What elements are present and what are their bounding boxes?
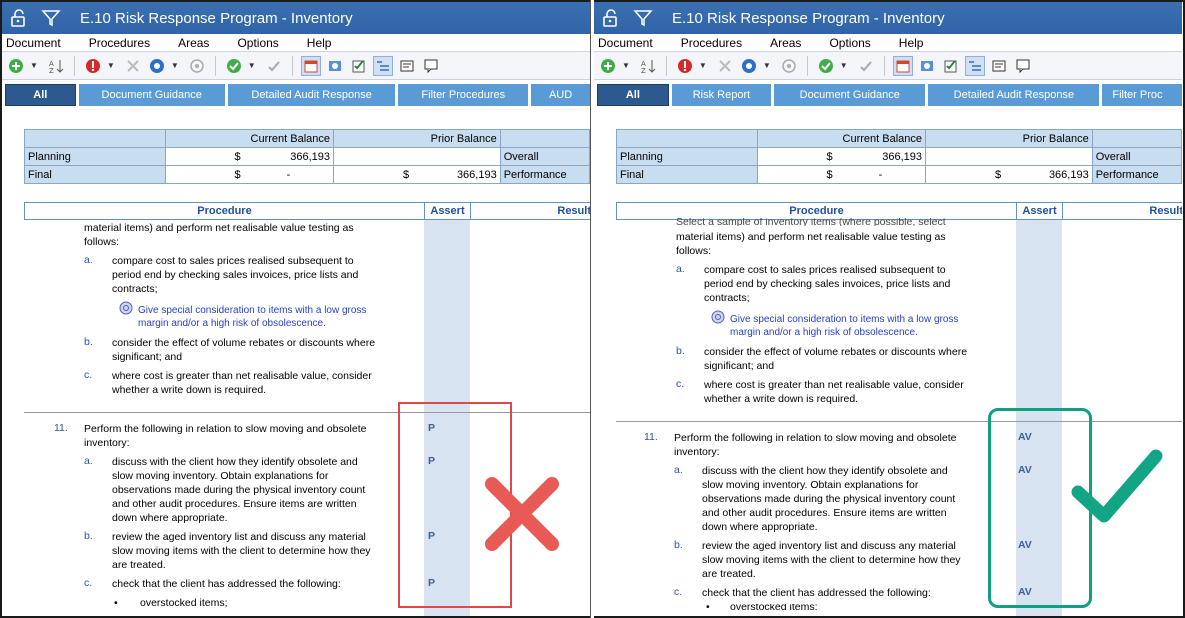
menu-areas[interactable]: Areas: [770, 36, 801, 50]
tab-all[interactable]: All: [597, 84, 669, 106]
cross-mark-icon: [485, 477, 559, 551]
check-icon[interactable]: [816, 56, 836, 76]
tab-detailed-audit-response[interactable]: Detailed Audit Response: [928, 84, 1100, 106]
add-icon[interactable]: [6, 56, 26, 76]
tab-aud[interactable]: AUD: [531, 84, 590, 106]
tab-strip: All Document Guidance Detailed Audit Res…: [2, 84, 590, 108]
checklist-icon[interactable]: [941, 56, 961, 76]
calendar-icon[interactable]: [300, 55, 321, 76]
svg-text:Z: Z: [49, 67, 54, 74]
current-balance-header: Current Balance: [756, 129, 927, 148]
balance-table: Current Balance Prior Balance Planning $…: [616, 129, 1182, 184]
titlebar: E.10 Risk Response Program - Inventory: [2, 2, 590, 34]
menu-help[interactable]: Help: [899, 36, 924, 50]
menu-procedures[interactable]: Procedures: [89, 36, 150, 50]
outline-icon[interactable]: [964, 55, 985, 76]
bullet-item: overstocked items;: [730, 604, 818, 610]
prior-balance-header: Prior Balance: [333, 129, 501, 148]
alert-icon[interactable]: [83, 56, 103, 76]
partial-row-text: Select a sample of inventory items (wher…: [676, 218, 946, 226]
tab-all[interactable]: All: [5, 84, 76, 106]
guidance-note-icon[interactable]: [710, 309, 726, 325]
guidance-note: Give special consideration to items with…: [730, 314, 959, 325]
tab-filter-procedures[interactable]: Filter Proc: [1102, 84, 1182, 106]
outline-icon[interactable]: [372, 55, 393, 76]
checklist-icon[interactable]: [349, 56, 369, 76]
navigate-icon[interactable]: [147, 56, 167, 76]
menu-help[interactable]: Help: [307, 36, 332, 50]
procedure-header: Procedure Assert Result: [24, 202, 590, 220]
svg-text:Z: Z: [641, 67, 646, 74]
signoff-icon[interactable]: [187, 56, 207, 76]
procedure-col-header[interactable]: Procedure: [617, 203, 1017, 219]
menu-document[interactable]: Document: [6, 36, 61, 50]
result-col-header[interactable]: Result: [1063, 203, 1182, 219]
current-balance-header: Current Balance: [164, 129, 335, 148]
form-icon[interactable]: [989, 56, 1009, 76]
step-number: 11.: [54, 422, 68, 434]
window-title: E.10 Risk Response Program - Inventory: [80, 9, 353, 27]
menu-areas[interactable]: Areas: [178, 36, 209, 50]
uncheck-icon[interactable]: [264, 56, 284, 76]
row-label-final: Final: [24, 165, 166, 184]
refresh-icon[interactable]: [325, 56, 345, 76]
sort-icon[interactable]: AZ: [46, 56, 66, 76]
tab-document-guidance[interactable]: Document Guidance: [774, 84, 926, 106]
row-label-planning: Planning: [24, 147, 166, 166]
result-col-header[interactable]: Result: [471, 203, 590, 219]
add-icon[interactable]: [598, 56, 618, 76]
comment-icon[interactable]: [1013, 56, 1033, 76]
window-title: E.10 Risk Response Program - Inventory: [672, 9, 945, 27]
balance-table: Current Balance Prior Balance Planning $…: [24, 129, 590, 184]
tab-document-guidance[interactable]: Document Guidance: [78, 84, 225, 106]
menubar: Document Procedures Areas Options Help: [2, 34, 590, 52]
toolbar: ▼ AZ ▼ ▼ ▼: [2, 52, 590, 80]
tab-filter-procedures[interactable]: Filter Procedures: [398, 84, 529, 106]
row-label-final: Final: [616, 165, 758, 184]
sort-icon[interactable]: AZ: [638, 56, 658, 76]
assert-col-header[interactable]: Assert: [1017, 203, 1063, 219]
filter-icon[interactable]: [40, 7, 62, 29]
navigate-icon[interactable]: [739, 56, 759, 76]
form-icon[interactable]: [397, 56, 417, 76]
check-icon[interactable]: [224, 56, 244, 76]
filter-icon[interactable]: [632, 7, 654, 29]
unlock-icon[interactable]: [8, 7, 30, 29]
intro-line-2: follows:: [84, 236, 120, 248]
guidance-note: Give special consideration to items with…: [138, 305, 367, 316]
row-separator: [616, 421, 1182, 422]
tab-risk-report[interactable]: Risk Report: [671, 84, 772, 106]
toolbar: ▼ AZ ▼ ▼ ▼: [594, 52, 1182, 80]
tab-strip: All Risk Report Document Guidance Detail…: [594, 84, 1182, 108]
prior-balance-header: Prior Balance: [925, 129, 1093, 148]
menu-procedures[interactable]: Procedures: [681, 36, 742, 50]
menubar: Document Procedures Areas Options Help: [594, 34, 1182, 52]
tab-detailed-audit-response[interactable]: Detailed Audit Response: [227, 84, 396, 106]
unlock-icon[interactable]: [600, 7, 622, 29]
step-number: 11.: [644, 431, 658, 443]
titlebar: E.10 Risk Response Program - Inventory: [594, 2, 1182, 34]
intro-line-2: follows:: [676, 245, 712, 257]
uncheck-icon[interactable]: [856, 56, 876, 76]
alert-icon[interactable]: [675, 56, 695, 76]
refresh-icon[interactable]: [917, 56, 937, 76]
clear-icon[interactable]: [123, 56, 143, 76]
intro-line-1: material items) and perform net realisab…: [676, 231, 946, 243]
bullet-item: overstocked items;: [140, 597, 228, 609]
assert-col-header[interactable]: Assert: [425, 203, 471, 219]
left-pane: E.10 Risk Response Program - Inventory D…: [2, 2, 590, 616]
row-label-planning: Planning: [616, 147, 758, 166]
comment-icon[interactable]: [421, 56, 441, 76]
check-mark-icon: [1071, 449, 1163, 523]
clear-icon[interactable]: [715, 56, 735, 76]
signoff-icon[interactable]: [779, 56, 799, 76]
intro-line-1: material items) and perform net realisab…: [84, 222, 354, 234]
calendar-icon[interactable]: [892, 55, 913, 76]
menu-options[interactable]: Options: [237, 36, 278, 50]
guidance-note-icon[interactable]: [118, 300, 134, 316]
menu-document[interactable]: Document: [598, 36, 653, 50]
procedure-col-header[interactable]: Procedure: [25, 203, 425, 219]
right-pane: E.10 Risk Response Program - Inventory D…: [594, 2, 1182, 616]
menu-options[interactable]: Options: [829, 36, 870, 50]
